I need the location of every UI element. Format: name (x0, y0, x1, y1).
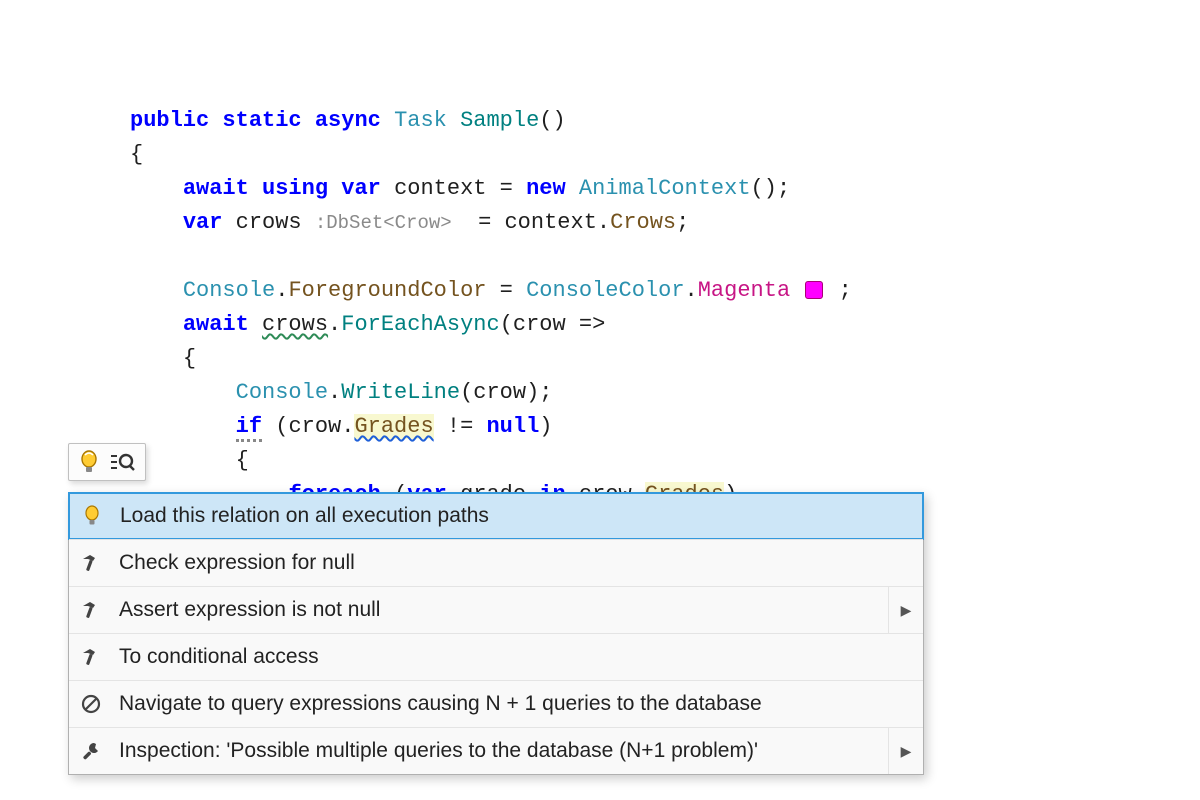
kw-using: using (262, 176, 328, 201)
action-label: Navigate to query expressions causing N … (113, 692, 923, 716)
action-label: Load this relation on all execution path… (114, 504, 922, 528)
lightbulb-icon (79, 450, 99, 474)
action-label: Assert expression is not null (113, 598, 888, 622)
prop-foreground: ForegroundColor (288, 278, 486, 303)
method-writeline: WriteLine (341, 380, 460, 405)
kw-await: await (183, 176, 249, 201)
ident-context: context (394, 176, 486, 201)
prop-crows: Crows (610, 210, 676, 235)
paren-open: ( (539, 108, 552, 133)
type-console: Console (183, 278, 275, 303)
prop-magenta: Magenta (698, 278, 790, 303)
type-task: Task (394, 108, 447, 133)
preview-icon (109, 452, 135, 472)
kw-async: async (315, 108, 381, 133)
kw-new: new (526, 176, 566, 201)
action-item[interactable]: Navigate to query expressions causing N … (69, 680, 923, 727)
kw-var: var (341, 176, 381, 201)
action-label: Check expression for null (113, 551, 923, 575)
ident-crows-call: crows (262, 312, 328, 337)
type-animalcontext: AnimalContext (579, 176, 751, 201)
method-foreachasync: ForEachAsync (341, 312, 499, 337)
ident-crow: crow (513, 312, 566, 337)
type-hint: :DbSet<Crow> (315, 212, 452, 234)
kw-await-2: await (183, 312, 249, 337)
action-item[interactable]: Inspection: 'Possible multiple queries t… (69, 727, 923, 774)
code-editor[interactable]: public static async Task Sample() { awai… (130, 70, 852, 512)
type-consolecolor: ConsoleColor (526, 278, 684, 303)
hammer-icon (69, 646, 113, 668)
color-swatch-icon (805, 281, 823, 299)
ident-crows: crows (236, 210, 302, 235)
hammer-icon (69, 552, 113, 574)
quick-actions-button[interactable] (68, 443, 146, 481)
action-item[interactable]: Check expression for null (69, 539, 923, 586)
action-item[interactable]: To conditional access (69, 633, 923, 680)
kw-public: public (130, 108, 209, 133)
method-sample: Sample (460, 108, 539, 133)
quick-actions-menu: Load this relation on all execution path… (68, 492, 924, 775)
action-label: Inspection: 'Possible multiple queries t… (113, 739, 888, 763)
kw-null: null (486, 414, 539, 439)
wrench-icon (69, 740, 113, 762)
prop-grades-1: Grades (354, 414, 433, 439)
disable-icon (69, 693, 113, 715)
kw-if: if (236, 414, 262, 442)
bulb-icon (70, 505, 114, 527)
action-item[interactable]: Assert expression is not null▶ (69, 586, 923, 633)
kw-var-2: var (183, 210, 223, 235)
action-item[interactable]: Load this relation on all execution path… (68, 492, 924, 540)
chevron-right-icon[interactable]: ▶ (888, 587, 923, 633)
hammer-icon (69, 599, 113, 621)
action-label: To conditional access (113, 645, 923, 669)
brace-open: { (130, 142, 143, 167)
kw-static: static (222, 108, 301, 133)
chevron-right-icon[interactable]: ▶ (888, 728, 923, 774)
paren-close: ) (553, 108, 566, 133)
